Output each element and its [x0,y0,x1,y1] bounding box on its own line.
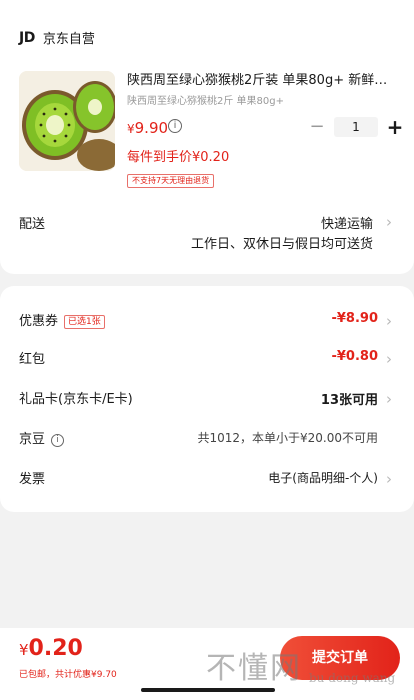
coupon-row[interactable]: 优惠券 已选1张 [19,310,105,329]
chevron-right-icon[interactable]: › [386,313,392,329]
watermark-cn: 不懂网 [206,651,302,686]
chevron-right-icon[interactable]: › [386,391,392,407]
product-spec: 陕西周至绿心猕猴桃2斤 单果80g+ [127,96,284,107]
bean-value: 共1012，本单小于¥20.00不可用 [197,431,378,445]
minus-icon[interactable]: − [306,116,328,138]
chevron-right-icon[interactable]: › [386,214,392,230]
shop-header[interactable]: JD 京东自营 [19,28,95,48]
quantity-stepper: − 1 + [306,116,406,138]
order-item-card: JD 京东自营 陕西周至绿心猕猴桃2斤装 单果80g+ 新鲜水果 陕西周至绿心猕… [0,0,414,274]
invoice-label: 发票 [19,472,46,487]
bean-label: 京豆 [19,432,46,447]
total-value: 0.20 [28,636,83,661]
shop-name: 京东自营 [42,32,95,47]
total-savings-note: 已包邮，共计优惠¥9.70 [19,670,117,680]
invoice-value[interactable]: 电子(商品明细-个人) [268,469,378,486]
delivery-label: 配送 [19,217,46,232]
coupon-value[interactable]: -¥8.90 [331,311,378,326]
price-value: 9.90 [134,119,169,137]
chevron-right-icon[interactable]: › [386,471,392,487]
giftcard-value[interactable]: 13张可用 [321,389,378,408]
redpack-label: 红包 [19,352,46,367]
chevron-right-icon[interactable]: › [386,351,392,367]
price-currency: ¥ [127,122,135,136]
redpack-value[interactable]: -¥0.80 [331,349,378,364]
quantity-input[interactable]: 1 [334,117,378,137]
final-price-per-item: 每件到手价¥0.20 [127,150,230,165]
product-image[interactable] [19,71,115,171]
info-icon[interactable]: i [168,119,182,133]
discount-card: 优惠券 已选1张 -¥8.90 › 红包 -¥0.80 › 礼品卡(京东卡/E卡)… [0,286,414,512]
watermark-en: bu dong wang [309,671,396,685]
home-indicator[interactable] [141,688,275,692]
coupon-selected-badge: 已选1张 [64,315,105,329]
return-policy-badge: 不支持7天无理由退货 [127,174,215,188]
jd-logo: JD [19,29,35,46]
total-currency: ¥ [19,641,29,659]
plus-icon[interactable]: + [384,116,406,138]
product-title[interactable]: 陕西周至绿心猕猴桃2斤装 单果80g+ 新鲜水果 [127,73,397,89]
delivery-schedule[interactable]: 工作日、双休日与假日均可送货 [191,233,373,252]
coupon-label: 优惠券 [19,314,59,329]
bean-row: 京豆 i [19,428,65,447]
product-price: ¥9.90 [127,119,168,137]
kiwi-image [19,71,115,171]
giftcard-label: 礼品卡(京东卡/E卡) [19,392,133,407]
order-total: ¥0.20 [19,636,83,661]
info-icon[interactable]: i [51,434,65,447]
delivery-type[interactable]: 快递运输 [321,213,373,232]
